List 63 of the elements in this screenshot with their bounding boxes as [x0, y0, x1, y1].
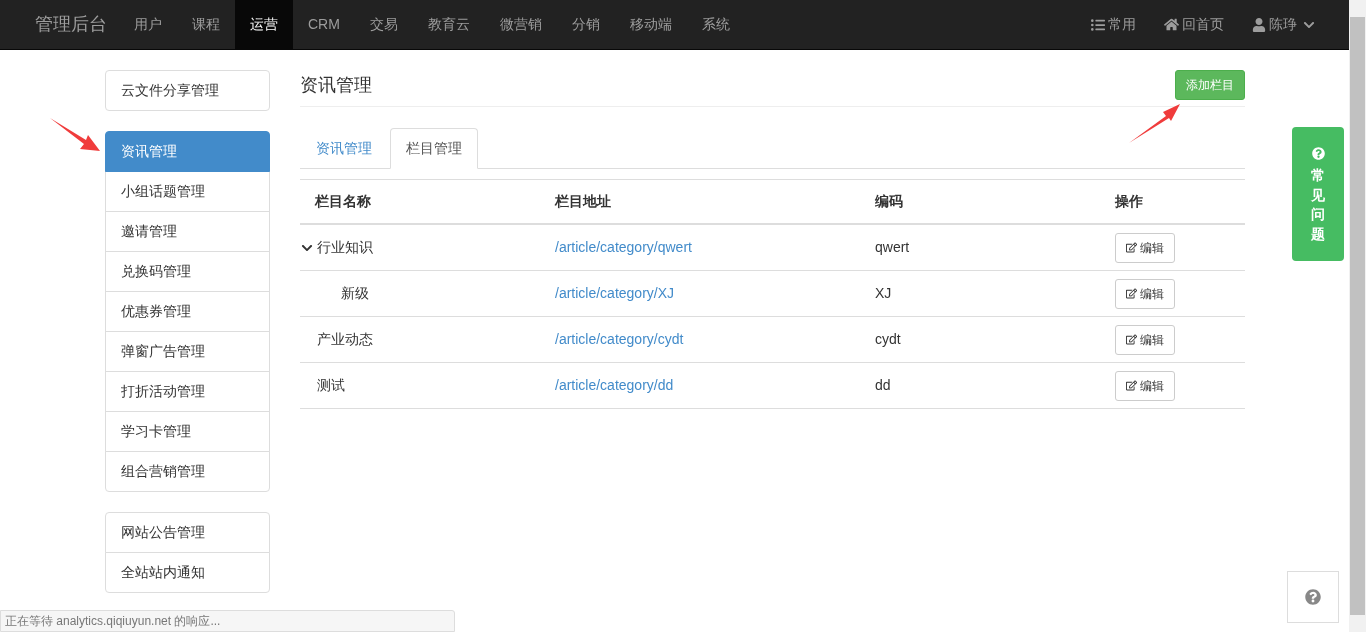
table-cell: cydt [875, 331, 901, 347]
tab[interactable]: 资讯管理 [300, 128, 388, 169]
nav-item[interactable]: 微营销 [484, 0, 557, 50]
sidebar-item[interactable]: 云文件分享管理 [105, 70, 270, 111]
edit-icon [1126, 380, 1137, 391]
sidebar-item[interactable]: 学习卡管理 [105, 411, 270, 452]
table-cell-text: 新级 [341, 284, 369, 303]
table-cell-text: 行业知识 [317, 238, 373, 257]
nav-link[interactable]: 回首页 [1150, 14, 1238, 35]
edit-icon [1126, 288, 1137, 299]
edit-button[interactable]: 编辑 [1115, 370, 1175, 401]
page-title: 资讯管理 [300, 74, 372, 97]
tab[interactable]: 栏目管理 [390, 128, 478, 169]
edit-button[interactable]: 编辑 [1115, 232, 1175, 263]
nav-item[interactable]: CRM [293, 0, 355, 50]
nav-item[interactable]: 系统 [686, 0, 745, 50]
list-icon [1091, 17, 1105, 32]
table-cell-text: 测试 [317, 376, 345, 395]
nav-link[interactable]: 陈琤 [1238, 14, 1329, 35]
help-icon [1311, 147, 1325, 160]
table-cell: XJ [875, 285, 892, 301]
column-header: 编码 [875, 193, 903, 209]
sidebar-item[interactable]: 全站站内通知 [105, 552, 270, 593]
nav-item[interactable]: 教育云 [412, 0, 485, 50]
column-header: 栏目地址 [555, 193, 611, 209]
sidebar-item[interactable]: 优惠券管理 [105, 291, 270, 332]
help-button[interactable] [1287, 571, 1339, 623]
nav-item[interactable]: 运营 [235, 0, 293, 50]
nav-item[interactable]: 用户 [119, 0, 177, 50]
brand-title[interactable]: 管理后台 [35, 11, 107, 38]
table-cell-text: 产业动态 [317, 330, 373, 349]
nav-item[interactable]: 移动端 [614, 0, 687, 50]
nav-link[interactable]: 常用 [1077, 14, 1150, 35]
column-header: 操作 [1115, 193, 1143, 209]
edit-icon [1126, 242, 1137, 253]
annotation-arrow [1129, 104, 1180, 143]
sidebar-item[interactable]: 组合营销管理 [105, 451, 270, 492]
edit-button[interactable]: 编辑 [1115, 278, 1175, 309]
loading-status-toast: 正在等待 analytics.qiqiuyun.net 的响应... [0, 610, 455, 632]
table-cell: dd [875, 377, 891, 393]
category-link[interactable]: /article/category/cydt [555, 331, 684, 347]
category-link[interactable]: /article/category/qwert [555, 239, 692, 255]
category-link[interactable]: /article/category/dd [555, 377, 674, 393]
sidebar-item[interactable]: 邀请管理 [105, 211, 270, 252]
home-icon [1164, 17, 1179, 32]
faq-label: 常见问题 [1311, 166, 1325, 244]
table-cell: qwert [875, 239, 910, 255]
category-link[interactable]: /article/category/XJ [555, 285, 675, 301]
annotation-arrow [50, 118, 100, 151]
sidebar-item[interactable]: 小组话题管理 [105, 171, 270, 212]
sidebar-item[interactable]: 弹窗广告管理 [105, 331, 270, 372]
column-header: 栏目名称 [315, 193, 371, 209]
sidebar-item[interactable]: 打折活动管理 [105, 371, 270, 412]
nav-item[interactable]: 课程 [177, 0, 235, 50]
edit-button[interactable]: 编辑 [1115, 324, 1175, 355]
sidebar-item[interactable]: 兑换码管理 [105, 251, 270, 292]
edit-icon [1126, 334, 1137, 345]
user-icon [1252, 17, 1266, 32]
sidebar-item[interactable]: 资讯管理 [105, 131, 270, 172]
sidebar-item[interactable]: 网站公告管理 [105, 512, 270, 553]
help-icon [1305, 589, 1321, 605]
nav-item[interactable]: 交易 [354, 0, 413, 50]
nav-item[interactable]: 分销 [556, 0, 615, 50]
